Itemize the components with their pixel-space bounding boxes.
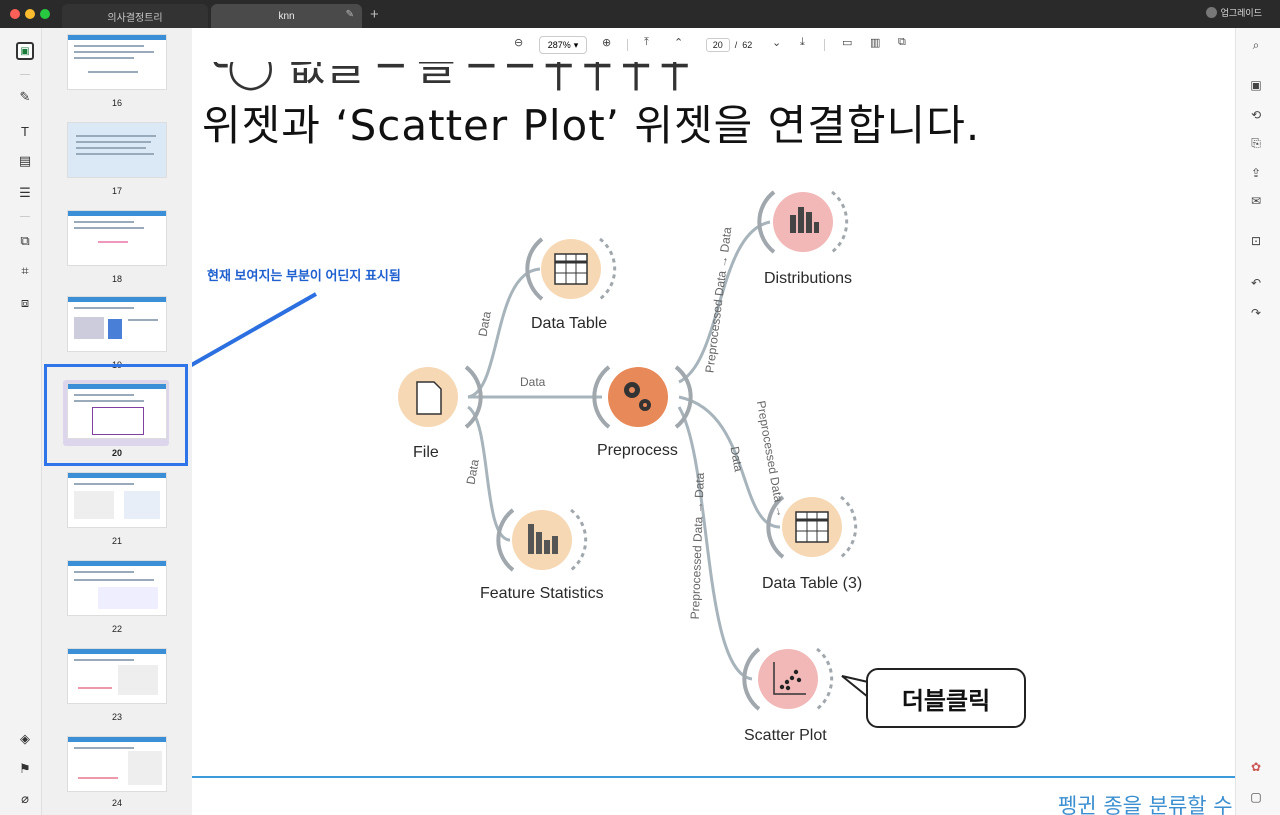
- tab-decision-tree[interactable]: 의사결정트리: [62, 4, 208, 28]
- edit-tab-icon[interactable]: ✎: [346, 9, 354, 20]
- footer-text: 펭귄 종을 분류할 수: [1058, 794, 1233, 815]
- viewer-toolbar: ⊖ 287% ▾ ⊕ ⤒ ⌃ 20 / 62 ⌄ ⤓ ▭ ▥ ⧉: [192, 28, 1235, 62]
- scatter-plot-node-label: Scatter Plot: [744, 727, 827, 744]
- next-page-icon[interactable]: ⌄: [772, 36, 781, 49]
- page-number: 22: [111, 624, 122, 634]
- footer-divider: [192, 776, 1235, 778]
- layers-icon[interactable]: ◈: [16, 730, 34, 748]
- title-bar: 의사결정트리 knn ✎ + 업그레이드: [0, 0, 1280, 28]
- tab-knn[interactable]: knn ✎: [211, 4, 362, 28]
- distributions-node: [757, 190, 849, 254]
- edge-label: Data: [520, 375, 546, 389]
- feature-statistics-node: [496, 508, 588, 572]
- data-table-node: [525, 237, 617, 301]
- form-icon[interactable]: ☰: [16, 184, 34, 202]
- upgrade-button[interactable]: 업그레이드: [1205, 6, 1262, 19]
- workflow-diagram: [192, 190, 869, 711]
- comment-icon[interactable]: ▭: [842, 36, 852, 49]
- undo-icon[interactable]: ↶: [1247, 276, 1265, 292]
- search-icon[interactable]: ⌕: [1247, 38, 1265, 54]
- page-thumbnail-22[interactable]: [67, 560, 167, 616]
- page-number: 18: [111, 274, 122, 284]
- upgrade-icon: [1205, 7, 1217, 18]
- page-thumbnail-19[interactable]: [67, 296, 167, 352]
- scroll-mode-icon[interactable]: ⧉: [898, 36, 906, 49]
- page-thumbnail-16[interactable]: [67, 34, 167, 90]
- thumbnail-panel-icon[interactable]: ▣: [16, 42, 34, 60]
- ocr-icon[interactable]: ▣: [1247, 78, 1265, 94]
- ai-assistant-icon[interactable]: ✿: [1247, 760, 1265, 776]
- zoom-select[interactable]: 287% ▾: [539, 36, 587, 54]
- zoom-in-icon[interactable]: ⊕: [602, 36, 611, 49]
- chevron-down-icon: ▾: [573, 39, 579, 50]
- tab-label: knn: [278, 10, 295, 22]
- redo-icon[interactable]: ↷: [1247, 306, 1265, 322]
- compare-icon[interactable]: ⧈: [16, 294, 34, 312]
- page-separator: /: [734, 40, 738, 50]
- upgrade-label: 업그레이드: [1220, 8, 1262, 18]
- zoom-value: 287%: [547, 40, 571, 50]
- total-pages: 62: [742, 40, 753, 50]
- export-icon[interactable]: ⎘: [1247, 136, 1265, 152]
- current-page-input[interactable]: 20: [705, 38, 730, 52]
- first-page-icon[interactable]: ⤒: [644, 36, 649, 49]
- file-node-label: File: [413, 444, 439, 461]
- edit-text-icon[interactable]: T: [16, 122, 34, 140]
- convert-icon[interactable]: ⟲: [1247, 108, 1265, 124]
- feature-statistics-node-label: Feature Statistics: [480, 585, 604, 602]
- page-thumbnail-18[interactable]: [67, 210, 167, 266]
- preprocess-node: [592, 365, 693, 429]
- close-window-button[interactable]: [10, 9, 20, 19]
- left-tool-rail: ▣ ✎ T ▤ ☰ ⧉ ⌗ ⧈ ◈ ⚑ ⌀: [0, 28, 42, 815]
- last-page-icon[interactable]: ⤓: [800, 36, 805, 49]
- document-page: ╰◯ 덦글 ─ 늘 ─ ─ ┼ ┼ ┼ ┼ 위젯과 ‘Scatter Plot’…: [192, 62, 1235, 815]
- page-number: 21: [111, 536, 122, 546]
- crop-icon[interactable]: ⌗: [16, 262, 34, 280]
- page-thumbnail-21[interactable]: [67, 472, 167, 528]
- highlight-icon[interactable]: ✎: [16, 88, 34, 106]
- annotation-text: 현재 보여지는 부분이 어딘지 표시됨: [207, 268, 401, 283]
- page-number: 23: [111, 712, 122, 722]
- page-number: 20: [111, 448, 122, 458]
- annotation-arrow: [192, 292, 317, 367]
- page-number: 17: [111, 186, 122, 196]
- scatter-plot-node: [742, 647, 834, 711]
- read-mode-icon[interactable]: ▤: [16, 152, 34, 170]
- chat-icon[interactable]: ▢: [1247, 790, 1265, 806]
- page-number: 16: [111, 98, 122, 108]
- maximize-window-button[interactable]: [40, 9, 50, 19]
- new-tab-button[interactable]: +: [370, 6, 379, 23]
- data-table-3-node-label: Data Table (3): [762, 575, 863, 592]
- mail-icon[interactable]: ✉: [1247, 194, 1265, 210]
- share-icon[interactable]: ⇪: [1247, 166, 1265, 182]
- page-number: 24: [111, 798, 122, 808]
- page-thumbnail-23[interactable]: [67, 648, 167, 704]
- save-icon[interactable]: ⊡: [1247, 234, 1265, 250]
- zoom-out-icon[interactable]: ⊖: [514, 36, 523, 49]
- distributions-node-label: Distributions: [764, 270, 853, 287]
- bookmark-icon[interactable]: ⚑: [16, 760, 34, 778]
- minimize-window-button[interactable]: [25, 9, 35, 19]
- page-thumbnail-20-content[interactable]: [67, 383, 167, 439]
- preprocess-node-label: Preprocess: [597, 442, 678, 459]
- page-layout-icon[interactable]: ▥: [870, 36, 880, 49]
- organize-pages-icon[interactable]: ⧉: [16, 232, 34, 250]
- previous-page-icon[interactable]: ⌃: [674, 36, 683, 49]
- attachment-icon[interactable]: ⌀: [16, 790, 34, 808]
- tab-label: 의사결정트리: [107, 12, 163, 24]
- data-table-node-label: Data Table: [531, 315, 608, 332]
- page-thumbnail-17[interactable]: [67, 122, 167, 178]
- page-thumbnail-24[interactable]: [67, 736, 167, 792]
- page-navigator: 20 / 62: [701, 36, 757, 54]
- right-tool-rail: ⌕ ▣ ⟲ ⎘ ⇪ ✉ ⊡ ↶ ↷ ✿ ▢: [1235, 28, 1280, 815]
- double-click-callout: 더블클릭: [866, 668, 1026, 728]
- thumbnail-panel: 16 17 18 19 20 21 22 23 24: [42, 28, 192, 815]
